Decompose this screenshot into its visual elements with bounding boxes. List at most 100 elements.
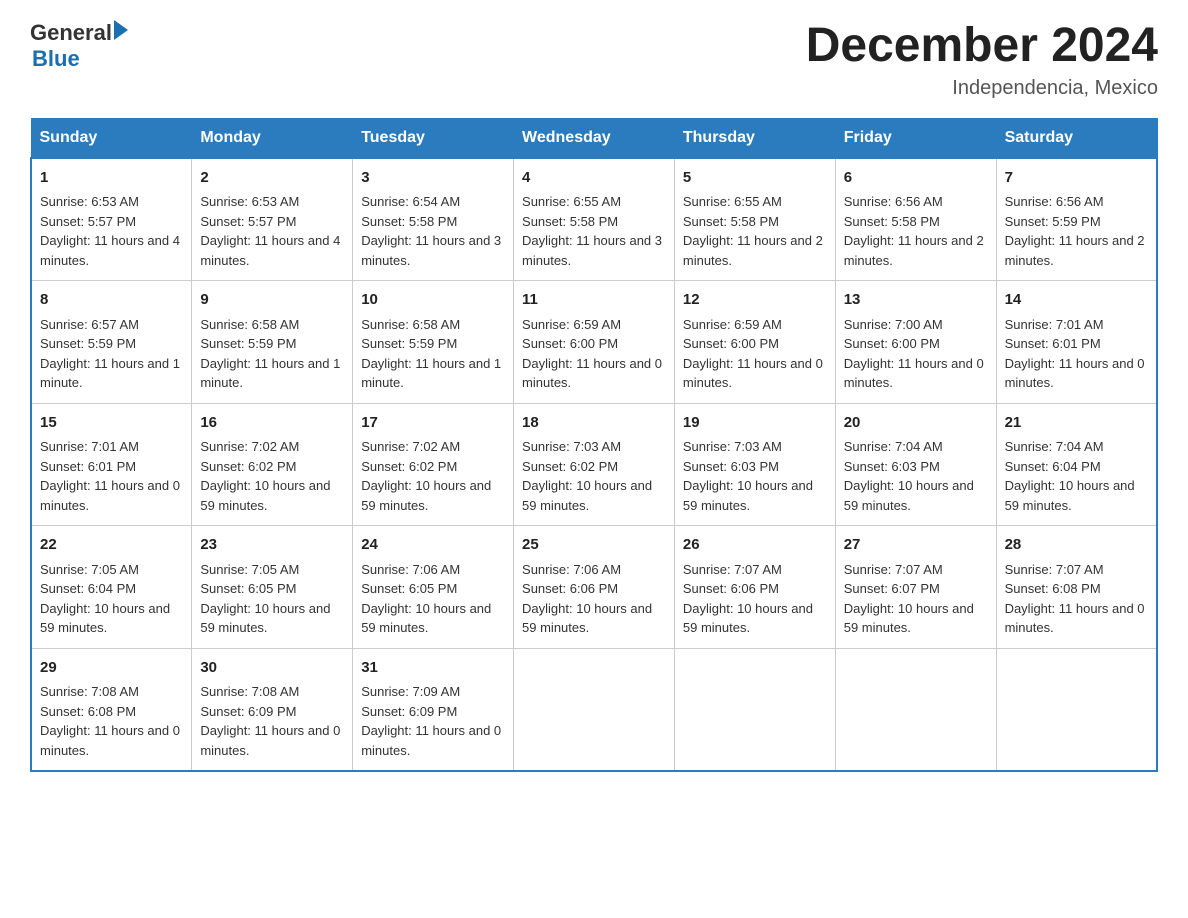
table-row: 31 Sunrise: 7:09 AMSunset: 6:09 PMDaylig… (353, 648, 514, 771)
table-row: 22 Sunrise: 7:05 AMSunset: 6:04 PMDaylig… (31, 526, 192, 649)
day-number: 16 (200, 412, 344, 435)
day-number: 28 (1005, 534, 1148, 557)
calendar-header-row: Sunday Monday Tuesday Wednesday Thursday… (31, 118, 1157, 158)
day-number: 24 (361, 534, 505, 557)
day-number: 7 (1005, 167, 1148, 190)
day-info: Sunrise: 7:01 AMSunset: 6:01 PMDaylight:… (1005, 317, 1145, 391)
table-row: 14 Sunrise: 7:01 AMSunset: 6:01 PMDaylig… (996, 281, 1157, 404)
day-info: Sunrise: 6:59 AMSunset: 6:00 PMDaylight:… (522, 317, 662, 391)
calendar-table: Sunday Monday Tuesday Wednesday Thursday… (30, 118, 1158, 773)
logo-general: General (30, 20, 112, 46)
day-number: 13 (844, 289, 988, 312)
table-row: 12 Sunrise: 6:59 AMSunset: 6:00 PMDaylig… (674, 281, 835, 404)
table-row: 25 Sunrise: 7:06 AMSunset: 6:06 PMDaylig… (514, 526, 675, 649)
table-row: 28 Sunrise: 7:07 AMSunset: 6:08 PMDaylig… (996, 526, 1157, 649)
calendar-week-row: 1 Sunrise: 6:53 AMSunset: 5:57 PMDayligh… (31, 158, 1157, 281)
table-row: 18 Sunrise: 7:03 AMSunset: 6:02 PMDaylig… (514, 403, 675, 526)
table-row (674, 648, 835, 771)
table-row: 20 Sunrise: 7:04 AMSunset: 6:03 PMDaylig… (835, 403, 996, 526)
day-info: Sunrise: 6:55 AMSunset: 5:58 PMDaylight:… (522, 194, 662, 268)
table-row: 6 Sunrise: 6:56 AMSunset: 5:58 PMDayligh… (835, 158, 996, 281)
title-section: December 2024 Independencia, Mexico (806, 20, 1158, 100)
day-number: 31 (361, 657, 505, 680)
table-row: 3 Sunrise: 6:54 AMSunset: 5:58 PMDayligh… (353, 158, 514, 281)
logo: General Blue (30, 20, 128, 72)
table-row: 16 Sunrise: 7:02 AMSunset: 6:02 PMDaylig… (192, 403, 353, 526)
day-info: Sunrise: 7:01 AMSunset: 6:01 PMDaylight:… (40, 439, 180, 513)
table-row: 2 Sunrise: 6:53 AMSunset: 5:57 PMDayligh… (192, 158, 353, 281)
day-info: Sunrise: 7:09 AMSunset: 6:09 PMDaylight:… (361, 684, 501, 758)
day-info: Sunrise: 6:55 AMSunset: 5:58 PMDaylight:… (683, 194, 823, 268)
day-number: 22 (40, 534, 183, 557)
location-subtitle: Independencia, Mexico (806, 77, 1158, 100)
day-number: 30 (200, 657, 344, 680)
day-info: Sunrise: 6:58 AMSunset: 5:59 PMDaylight:… (361, 317, 501, 391)
table-row: 30 Sunrise: 7:08 AMSunset: 6:09 PMDaylig… (192, 648, 353, 771)
header-sunday: Sunday (31, 118, 192, 158)
table-row: 29 Sunrise: 7:08 AMSunset: 6:08 PMDaylig… (31, 648, 192, 771)
calendar-week-row: 22 Sunrise: 7:05 AMSunset: 6:04 PMDaylig… (31, 526, 1157, 649)
page-header: General Blue December 2024 Independencia… (30, 20, 1158, 100)
table-row (996, 648, 1157, 771)
table-row: 13 Sunrise: 7:00 AMSunset: 6:00 PMDaylig… (835, 281, 996, 404)
day-number: 6 (844, 167, 988, 190)
day-number: 25 (522, 534, 666, 557)
day-info: Sunrise: 6:57 AMSunset: 5:59 PMDaylight:… (40, 317, 180, 391)
day-info: Sunrise: 6:53 AMSunset: 5:57 PMDaylight:… (40, 194, 180, 268)
day-info: Sunrise: 7:05 AMSunset: 6:04 PMDaylight:… (40, 562, 170, 636)
day-info: Sunrise: 6:56 AMSunset: 5:58 PMDaylight:… (844, 194, 984, 268)
day-info: Sunrise: 7:08 AMSunset: 6:08 PMDaylight:… (40, 684, 180, 758)
day-number: 3 (361, 167, 505, 190)
day-info: Sunrise: 7:03 AMSunset: 6:02 PMDaylight:… (522, 439, 652, 513)
calendar-week-row: 15 Sunrise: 7:01 AMSunset: 6:01 PMDaylig… (31, 403, 1157, 526)
day-info: Sunrise: 7:06 AMSunset: 6:06 PMDaylight:… (522, 562, 652, 636)
table-row: 21 Sunrise: 7:04 AMSunset: 6:04 PMDaylig… (996, 403, 1157, 526)
day-info: Sunrise: 7:00 AMSunset: 6:00 PMDaylight:… (844, 317, 984, 391)
day-info: Sunrise: 7:07 AMSunset: 6:06 PMDaylight:… (683, 562, 813, 636)
day-info: Sunrise: 6:59 AMSunset: 6:00 PMDaylight:… (683, 317, 823, 391)
day-info: Sunrise: 7:03 AMSunset: 6:03 PMDaylight:… (683, 439, 813, 513)
day-number: 26 (683, 534, 827, 557)
table-row: 4 Sunrise: 6:55 AMSunset: 5:58 PMDayligh… (514, 158, 675, 281)
day-number: 20 (844, 412, 988, 435)
day-number: 10 (361, 289, 505, 312)
calendar-week-row: 29 Sunrise: 7:08 AMSunset: 6:08 PMDaylig… (31, 648, 1157, 771)
day-number: 19 (683, 412, 827, 435)
header-tuesday: Tuesday (353, 118, 514, 158)
day-number: 2 (200, 167, 344, 190)
table-row: 27 Sunrise: 7:07 AMSunset: 6:07 PMDaylig… (835, 526, 996, 649)
day-number: 15 (40, 412, 183, 435)
day-number: 5 (683, 167, 827, 190)
table-row: 15 Sunrise: 7:01 AMSunset: 6:01 PMDaylig… (31, 403, 192, 526)
header-monday: Monday (192, 118, 353, 158)
table-row: 17 Sunrise: 7:02 AMSunset: 6:02 PMDaylig… (353, 403, 514, 526)
day-info: Sunrise: 7:04 AMSunset: 6:04 PMDaylight:… (1005, 439, 1135, 513)
month-title: December 2024 (806, 20, 1158, 73)
table-row (835, 648, 996, 771)
header-friday: Friday (835, 118, 996, 158)
table-row: 11 Sunrise: 6:59 AMSunset: 6:00 PMDaylig… (514, 281, 675, 404)
table-row: 24 Sunrise: 7:06 AMSunset: 6:05 PMDaylig… (353, 526, 514, 649)
day-number: 4 (522, 167, 666, 190)
table-row: 23 Sunrise: 7:05 AMSunset: 6:05 PMDaylig… (192, 526, 353, 649)
logo-arrow-icon (114, 20, 128, 40)
day-number: 8 (40, 289, 183, 312)
day-number: 1 (40, 167, 183, 190)
day-info: Sunrise: 7:02 AMSunset: 6:02 PMDaylight:… (200, 439, 330, 513)
day-info: Sunrise: 6:56 AMSunset: 5:59 PMDaylight:… (1005, 194, 1145, 268)
day-info: Sunrise: 7:06 AMSunset: 6:05 PMDaylight:… (361, 562, 491, 636)
day-info: Sunrise: 6:53 AMSunset: 5:57 PMDaylight:… (200, 194, 340, 268)
day-info: Sunrise: 7:08 AMSunset: 6:09 PMDaylight:… (200, 684, 340, 758)
table-row: 5 Sunrise: 6:55 AMSunset: 5:58 PMDayligh… (674, 158, 835, 281)
day-info: Sunrise: 7:05 AMSunset: 6:05 PMDaylight:… (200, 562, 330, 636)
day-number: 27 (844, 534, 988, 557)
day-number: 11 (522, 289, 666, 312)
table-row: 7 Sunrise: 6:56 AMSunset: 5:59 PMDayligh… (996, 158, 1157, 281)
day-info: Sunrise: 7:07 AMSunset: 6:07 PMDaylight:… (844, 562, 974, 636)
day-info: Sunrise: 7:07 AMSunset: 6:08 PMDaylight:… (1005, 562, 1145, 636)
header-saturday: Saturday (996, 118, 1157, 158)
day-number: 29 (40, 657, 183, 680)
day-info: Sunrise: 6:54 AMSunset: 5:58 PMDaylight:… (361, 194, 501, 268)
day-number: 17 (361, 412, 505, 435)
header-thursday: Thursday (674, 118, 835, 158)
